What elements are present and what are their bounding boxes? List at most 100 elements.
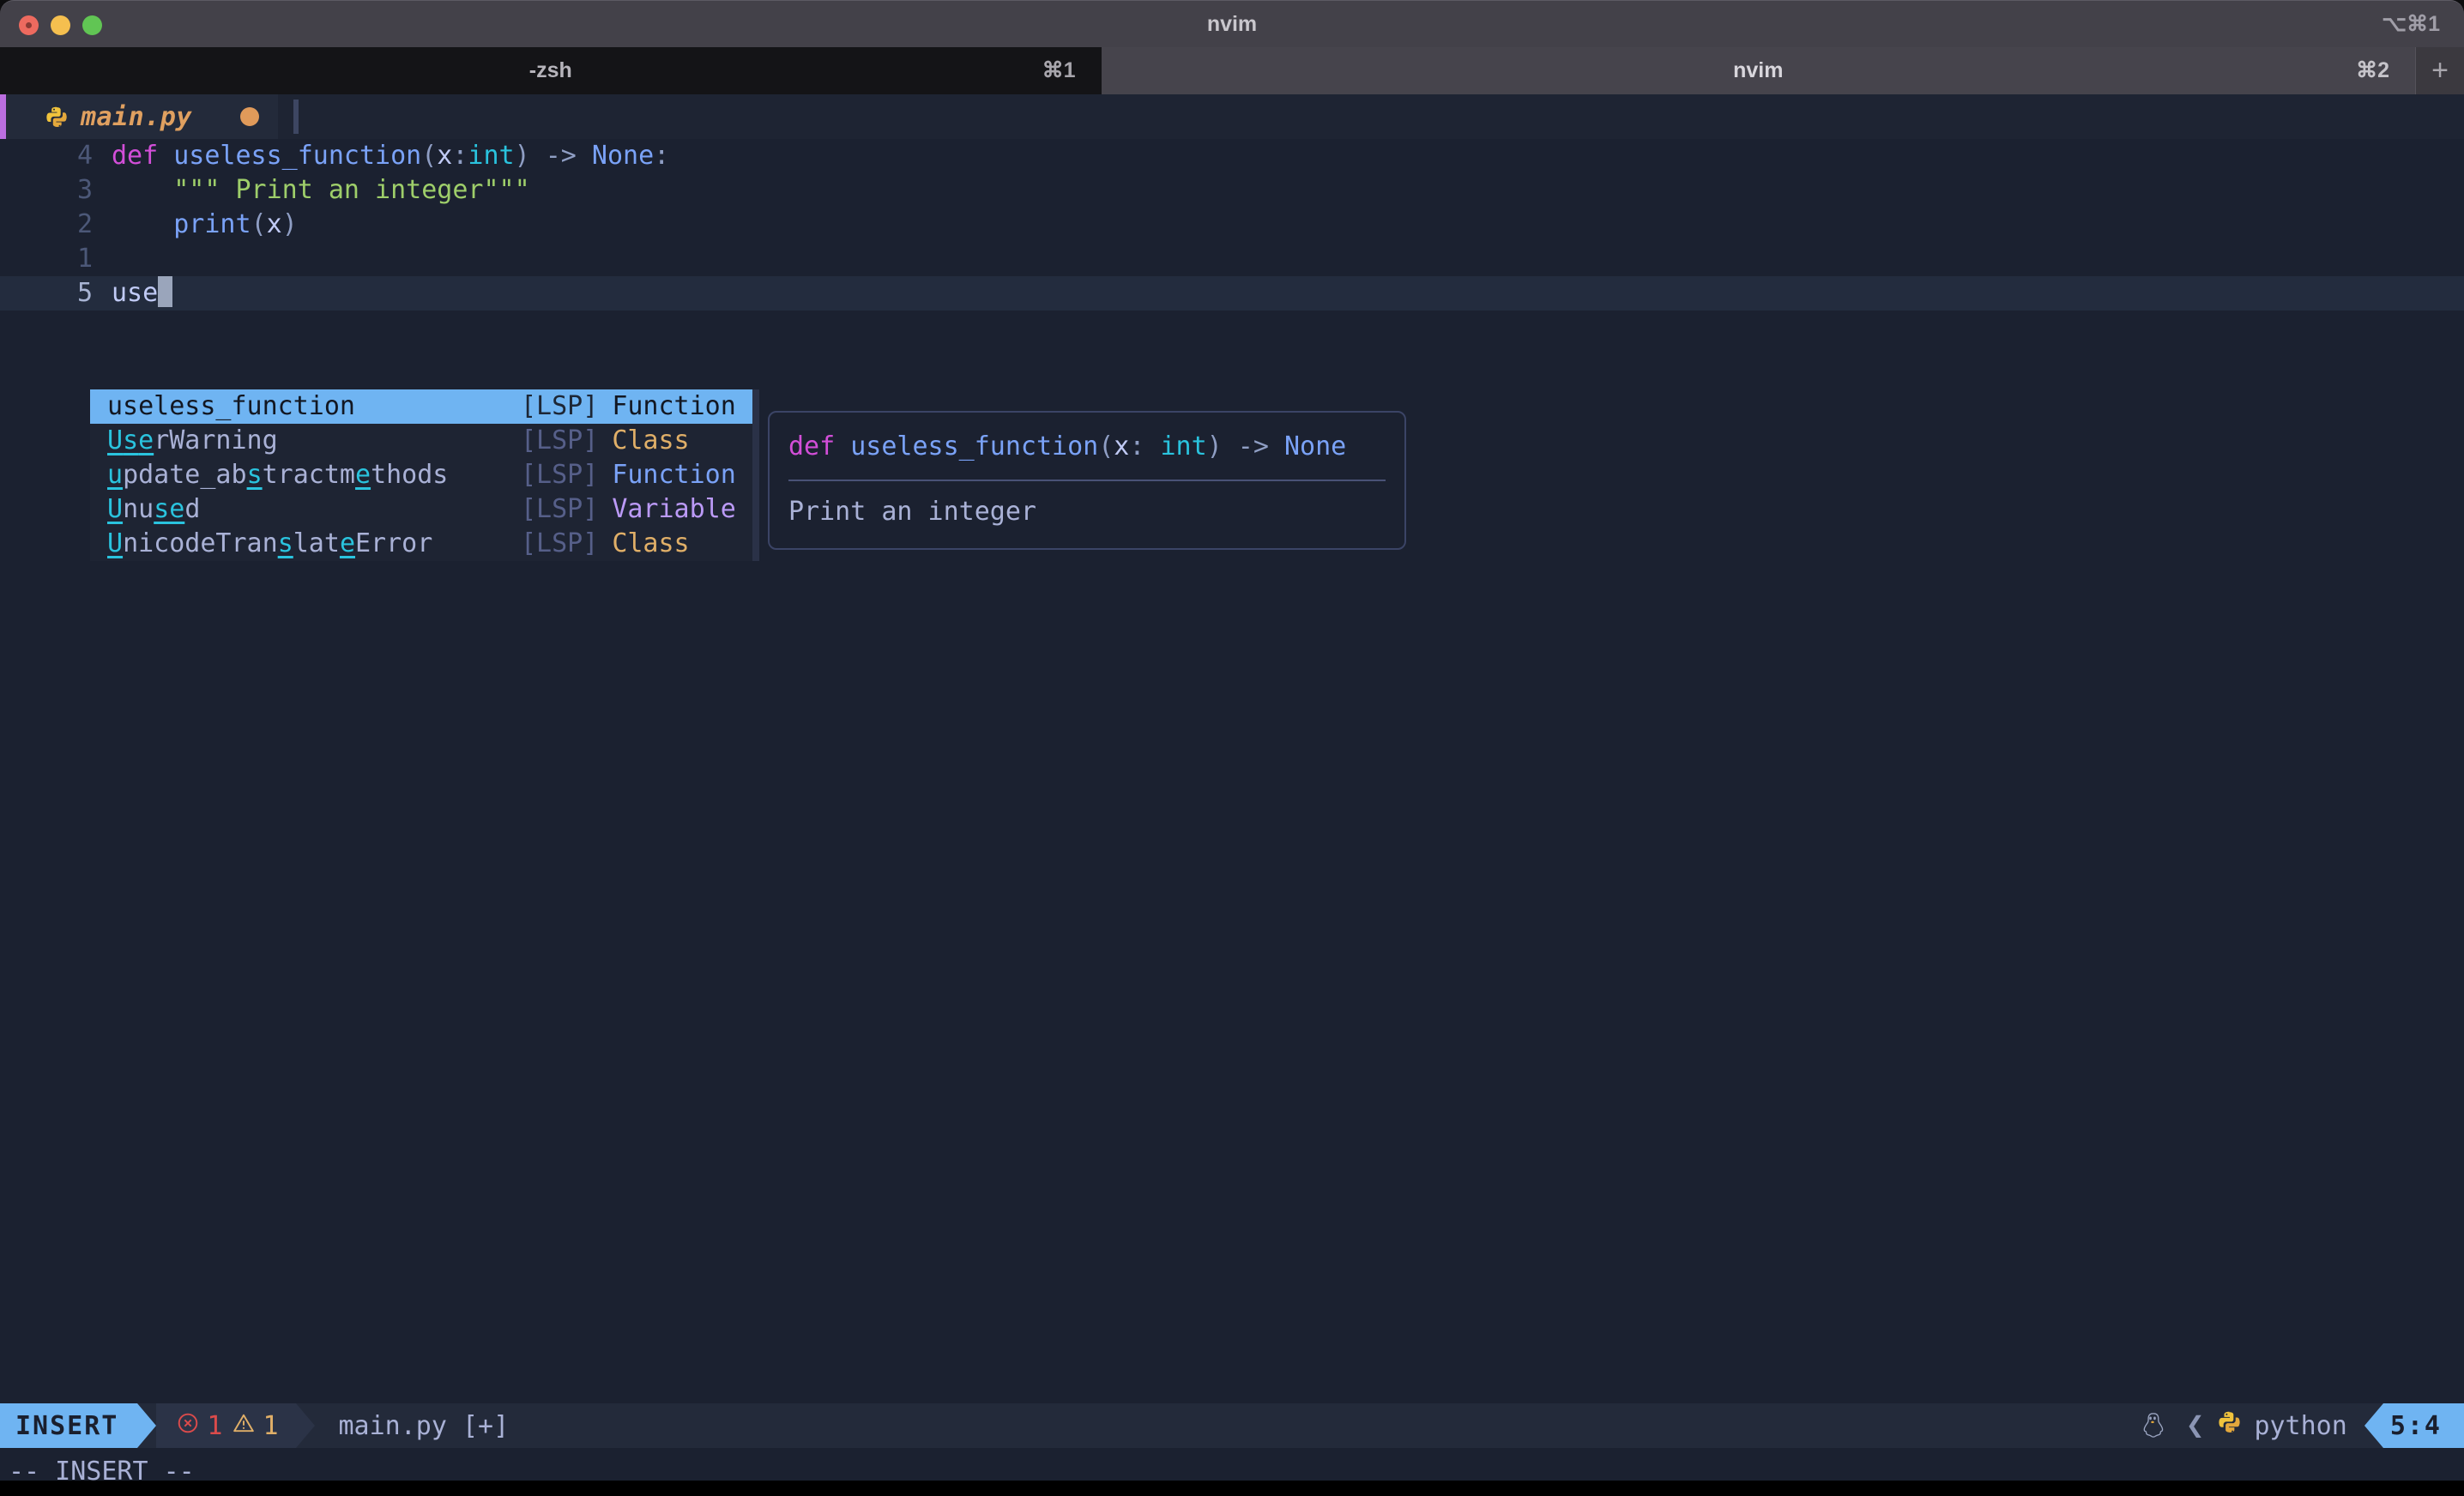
completion-item-label: UserWarning xyxy=(107,424,521,458)
code-line: 1 xyxy=(0,242,2464,276)
buffer-modified-dot xyxy=(239,107,259,126)
status-diagnostics-arrow xyxy=(295,1403,315,1448)
completion-match-char: e xyxy=(355,460,371,490)
code-token: int xyxy=(468,141,515,171)
completion-item-label: useless_function xyxy=(107,389,521,424)
code-token: x xyxy=(437,141,453,171)
status-filename: main.py [+] xyxy=(338,1410,510,1441)
completion-label-text: nu xyxy=(123,494,154,524)
completion-item-source: [LSP] xyxy=(521,528,599,558)
code-token: def xyxy=(112,141,174,171)
completion-popup-menu[interactable]: useless_function [LSP] Function UserWarning… xyxy=(90,389,759,561)
code-token: print xyxy=(173,209,251,239)
documentation-token: ) xyxy=(1206,431,1223,461)
code-token: x xyxy=(266,209,282,239)
code-token: """ Print an integer""" xyxy=(112,175,530,205)
window-title-bar: nvim ⌥⌘1 xyxy=(0,0,2464,48)
buffer-tab-main-py[interactable]: main.py xyxy=(6,94,278,139)
line-number: 2 xyxy=(76,209,93,239)
code-token: ( xyxy=(421,141,438,171)
completion-item-source: [LSP] xyxy=(521,425,599,455)
code-token: ) xyxy=(514,141,530,171)
python-icon xyxy=(2218,1410,2242,1441)
line-text: print(x) xyxy=(93,209,298,239)
status-language-label: python xyxy=(2254,1410,2347,1441)
documentation-token: ( xyxy=(1098,431,1114,461)
new-tab-button[interactable]: + xyxy=(2415,47,2464,94)
completion-item[interactable]: update_abstractmethods [LSP] Function xyxy=(90,458,759,492)
completion-match-char: U xyxy=(107,528,124,558)
status-language: python xyxy=(2213,1410,2364,1441)
buffer-name-label: main.py xyxy=(81,101,192,132)
bufferline-left-indicator xyxy=(0,94,6,139)
documentation-body: Print an integer xyxy=(788,497,1036,527)
code-token: : xyxy=(452,141,468,171)
completion-match-char: u xyxy=(107,460,124,490)
code-line: 5 use xyxy=(0,276,2464,311)
code-token: ( xyxy=(251,209,267,239)
terminal-window: nvim ⌥⌘1 -zsh ⌘1 nvim ⌘2 + main.py 4 def… xyxy=(0,0,2464,1496)
completion-match-char: se xyxy=(154,494,185,524)
documentation-token: None xyxy=(1283,431,1347,461)
linux-penguin-icon xyxy=(2128,1412,2177,1439)
error-count: 1 xyxy=(207,1410,223,1441)
warning-count: 1 xyxy=(263,1410,279,1441)
completion-item[interactable]: useless_function [LSP] Function xyxy=(90,389,759,424)
tab-zsh[interactable]: -zsh ⌘1 xyxy=(0,47,1102,94)
line-number: 4 xyxy=(76,141,93,171)
documentation-token: -> xyxy=(1222,431,1284,461)
line-number: 5 xyxy=(76,278,93,308)
tab-zsh-shortcut: ⌘1 xyxy=(1042,58,1076,82)
status-position-arrow xyxy=(2364,1403,2383,1448)
completion-item-source: [LSP] xyxy=(521,460,599,490)
completion-item-kind: Function xyxy=(612,391,736,421)
completion-match-char: s xyxy=(246,460,263,490)
status-cursor-position: 5:4 xyxy=(2382,1403,2464,1448)
documentation-token: int xyxy=(1160,431,1207,461)
tab-nvim-label: nvim xyxy=(1733,58,1784,82)
bufferline: main.py xyxy=(0,94,2464,139)
tab-nvim[interactable]: nvim ⌘2 xyxy=(1101,47,2416,94)
window-bottom-edge xyxy=(0,1481,2464,1496)
status-right-group: ❮ python 5:4 xyxy=(2128,1403,2464,1448)
warning-triangle-icon xyxy=(233,1411,255,1441)
status-mode-arrow xyxy=(137,1403,157,1448)
completion-label-text: useless_function xyxy=(107,391,355,421)
code-token: None xyxy=(591,141,655,171)
completion-match-char: e xyxy=(138,425,154,455)
completion-item[interactable]: UnicodeTranslateError [LSP] Class xyxy=(90,527,759,561)
documentation-token: : xyxy=(1129,431,1161,461)
documentation-token: def xyxy=(788,431,851,461)
line-text: use xyxy=(93,276,173,308)
error-circle-icon xyxy=(177,1411,199,1441)
completion-label-text: d xyxy=(184,494,201,524)
code-token: use xyxy=(112,278,159,308)
completion-item[interactable]: Unused [LSP] Variable xyxy=(90,492,759,527)
completion-item-label: update_abstractmethods xyxy=(107,458,521,492)
completion-scrollbar[interactable] xyxy=(752,389,759,561)
completion-item-kind: Class xyxy=(612,425,690,455)
completion-item-kind: Variable xyxy=(612,494,736,524)
line-text: """ Print an integer""" xyxy=(93,175,530,205)
completion-label-text: pdate_ab xyxy=(123,460,247,490)
code-editor[interactable]: 4 def useless_function(x:int) -> None: 3 "… xyxy=(0,139,2464,311)
tab-bar: -zsh ⌘1 nvim ⌘2 + xyxy=(0,47,2464,94)
completion-label-text: tractm xyxy=(262,460,355,490)
documentation-signature: def useless_function(x: int) -> None xyxy=(770,421,1404,469)
completion-label-text: lat xyxy=(293,528,340,558)
completion-match-char: s xyxy=(123,425,139,455)
line-number: 1 xyxy=(76,244,93,274)
text-cursor xyxy=(158,276,173,307)
completion-item[interactable]: UserWarning [LSP] Class xyxy=(90,424,759,458)
documentation-divider xyxy=(788,480,1386,481)
code-token: ) xyxy=(281,209,298,239)
status-diagnostics: 1 1 xyxy=(156,1403,296,1448)
documentation-popup: def useless_function(x: int) -> None Pri… xyxy=(768,411,1406,550)
completion-label-text: Error xyxy=(355,528,433,558)
tab-zsh-label: -zsh xyxy=(528,58,572,82)
completion-item-label: Unused xyxy=(107,492,521,527)
neovim-surface: main.py 4 def useless_function(x:int) -> … xyxy=(0,94,2464,1496)
completion-item-label: UnicodeTranslateError xyxy=(107,527,521,561)
code-line: 2 print(x) xyxy=(0,208,2464,242)
diagnostic-warnings: 1 xyxy=(233,1410,279,1441)
